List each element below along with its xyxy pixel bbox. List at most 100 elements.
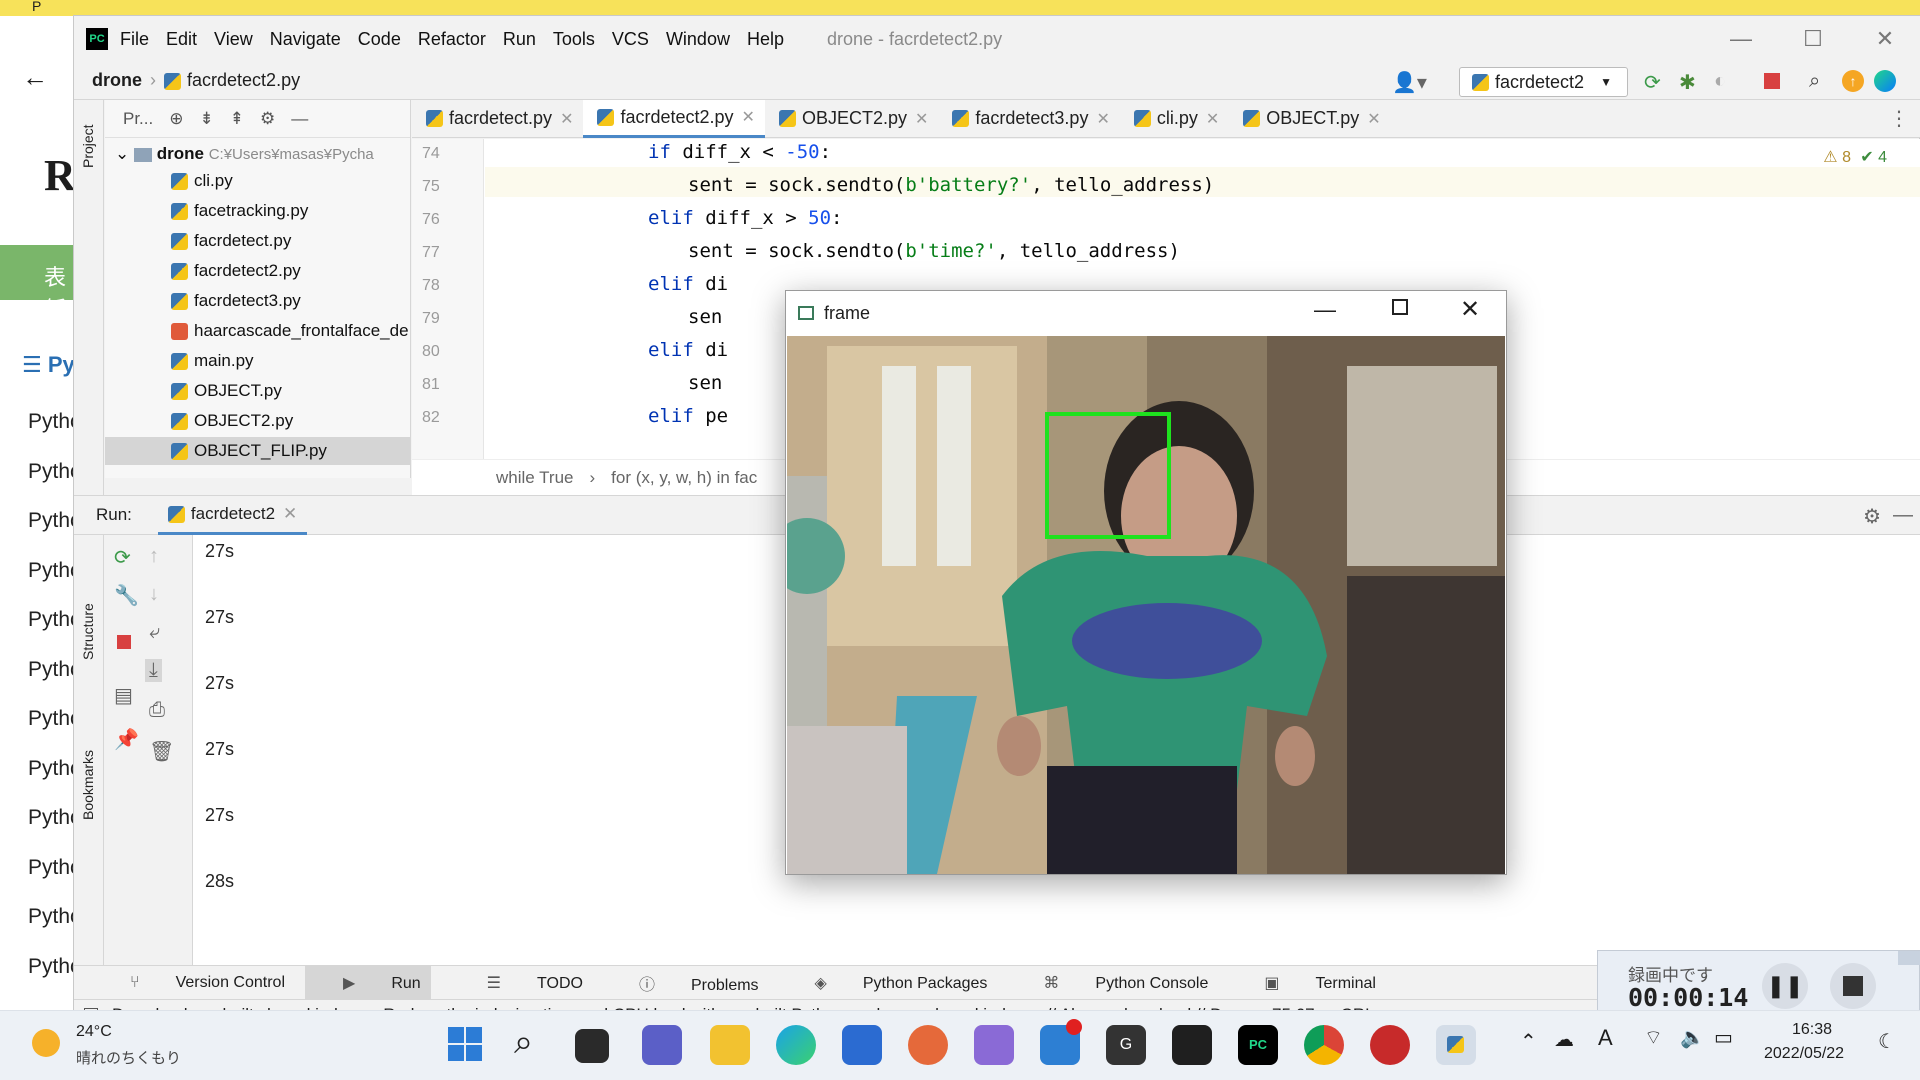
chrome-icon[interactable]: [1304, 1025, 1344, 1065]
toolbox-icon[interactable]: [1874, 70, 1896, 92]
terminal-icon[interactable]: [1172, 1025, 1212, 1065]
stop-recording-button[interactable]: [1830, 963, 1876, 1009]
project-file-item[interactable]: facrdetect3.py: [105, 287, 410, 315]
volume-icon[interactable]: 🔈: [1680, 1025, 1705, 1050]
menu-window[interactable]: Window: [666, 29, 730, 50]
close-tab-icon[interactable]: ✕: [742, 107, 755, 127]
edge-icon[interactable]: [776, 1025, 816, 1065]
wifi-icon[interactable]: ⌔: [1644, 1025, 1663, 1050]
battery-icon[interactable]: ▭: [1714, 1025, 1733, 1050]
chat-icon[interactable]: [642, 1025, 682, 1065]
breadcrumb-project[interactable]: drone: [92, 70, 142, 91]
moon-icon[interactable]: ☾: [1878, 1029, 1896, 1054]
hide-panel-icon[interactable]: —: [291, 109, 308, 129]
expand-all-icon[interactable]: ⇟: [199, 109, 213, 129]
stop-icon[interactable]: [117, 635, 131, 649]
python-app-icon[interactable]: [1436, 1025, 1476, 1065]
update-icon[interactable]: ↑: [1842, 70, 1864, 92]
run-tab[interactable]: facrdetect2 ✕: [157, 496, 308, 535]
project-file-item[interactable]: facrdetect2.py: [105, 257, 410, 285]
stop-icon[interactable]: [1764, 73, 1780, 89]
weather-desc[interactable]: 晴れのちくもり: [76, 1047, 181, 1068]
tool-run[interactable]: ▶ Run: [305, 965, 431, 1000]
tab-cli-py[interactable]: cli.py ✕: [1120, 100, 1229, 138]
project-file-item[interactable]: main.py: [105, 347, 410, 375]
bookmarks-tool-tab[interactable]: Bookmarks: [80, 750, 96, 820]
warnings-indicator[interactable]: ⚠ 8: [1823, 147, 1851, 167]
tab-object2-py[interactable]: OBJECT2.py ✕: [765, 100, 938, 138]
tool-problems[interactable]: ⓘ Problems: [611, 971, 759, 995]
minimize-icon[interactable]: —: [1705, 16, 1777, 62]
print-icon[interactable]: ⎙: [149, 699, 165, 722]
close-tab-icon[interactable]: ✕: [915, 109, 928, 129]
tool-todo[interactable]: ☰ TODO: [459, 973, 583, 993]
code-crumb[interactable]: while True: [496, 468, 573, 488]
start-button-icon[interactable]: [448, 1027, 482, 1061]
project-file-item[interactable]: haarcascade_frontalface_de: [105, 317, 410, 345]
coverage-icon[interactable]: ◐: [1714, 70, 1726, 93]
project-root-node[interactable]: ⌄ drone C:¥Users¥masas¥Pycha: [115, 144, 374, 164]
user-icon[interactable]: 👤▾: [1392, 70, 1427, 95]
soft-wrap-icon[interactable]: ⤶: [149, 621, 160, 644]
tab-facrdetect2-py[interactable]: facrdetect2.py ✕: [583, 99, 765, 138]
hide-panel-icon[interactable]: —: [1893, 504, 1913, 527]
project-file-item[interactable]: OBJECT.py: [105, 377, 410, 405]
tab-object-py[interactable]: OBJECT.py ✕: [1229, 100, 1390, 138]
wrench-icon[interactable]: 🔧: [114, 583, 139, 608]
breadcrumb-file[interactable]: facrdetect2.py: [164, 70, 300, 91]
checks-indicator[interactable]: ✔ 4: [1860, 147, 1887, 167]
close-tab-icon[interactable]: ✕: [560, 109, 573, 129]
project-tool-tab[interactable]: Project: [80, 124, 96, 168]
more-tabs-icon[interactable]: ⋮: [1889, 106, 1909, 131]
pin-icon[interactable]: 📌: [114, 727, 139, 752]
menu-edit[interactable]: Edit: [166, 29, 197, 50]
collapse-all-icon[interactable]: ⇞: [230, 109, 244, 129]
cloud-icon[interactable]: ☁: [1554, 1027, 1574, 1052]
layout-icon[interactable]: ▤: [114, 683, 133, 708]
store-icon[interactable]: [842, 1025, 882, 1065]
menu-file[interactable]: File: [120, 29, 149, 50]
back-arrow-icon[interactable]: ←: [22, 62, 48, 93]
menu-navigate[interactable]: Navigate: [270, 29, 341, 50]
search-icon[interactable]: ⌕: [1809, 70, 1820, 93]
task-view-icon[interactable]: [575, 1029, 609, 1063]
menu-run[interactable]: Run: [503, 29, 536, 50]
pause-button[interactable]: ❚❚: [1762, 963, 1808, 1009]
project-view-select[interactable]: Pr...: [123, 109, 153, 129]
structure-tool-tab[interactable]: Structure: [80, 603, 96, 660]
close-tab-icon[interactable]: ✕: [283, 504, 297, 523]
chevron-up-icon[interactable]: ⌃: [1520, 1029, 1537, 1054]
ime-indicator[interactable]: A: [1598, 1025, 1613, 1051]
search-icon[interactable]: ⌕: [514, 1023, 533, 1062]
minimize-recorder-icon[interactable]: [1898, 951, 1920, 965]
mail-icon[interactable]: [974, 1025, 1014, 1065]
project-file-item[interactable]: OBJECT_FLIP.py: [105, 437, 410, 465]
settings-gear-icon[interactable]: ⚙: [1863, 504, 1881, 529]
menu-help[interactable]: Help: [747, 29, 784, 50]
project-file-item[interactable]: OBJECT2.py: [105, 407, 410, 435]
pycharm-icon[interactable]: PC: [1238, 1025, 1278, 1065]
up-arrow-icon[interactable]: ↑: [149, 545, 159, 568]
menu-view[interactable]: View: [214, 29, 253, 50]
rerun-icon[interactable]: ⟳: [1644, 70, 1661, 95]
recorder-app-icon[interactable]: [1370, 1025, 1410, 1065]
scroll-to-end-icon[interactable]: ⤓: [145, 659, 162, 682]
settings-gear-icon[interactable]: ⚙: [260, 109, 275, 129]
menu-vcs[interactable]: VCS: [612, 29, 649, 50]
close-icon[interactable]: ✕: [1849, 16, 1920, 62]
clock-date[interactable]: 2022/05/22: [1764, 1045, 1844, 1063]
app-icon-orange[interactable]: [908, 1025, 948, 1065]
weather-temp[interactable]: 24°C: [76, 1023, 112, 1041]
project-file-item[interactable]: facrdetect.py: [105, 227, 410, 255]
menu-code[interactable]: Code: [358, 29, 401, 50]
maximize-icon[interactable]: ☐: [1777, 16, 1849, 62]
minimize-icon[interactable]: —: [1314, 297, 1336, 323]
close-tab-icon[interactable]: ✕: [1096, 109, 1109, 129]
g-app-icon[interactable]: G: [1106, 1025, 1146, 1065]
tool-python-packages[interactable]: ◈ Python Packages: [787, 973, 988, 993]
tool-python-console[interactable]: ⌘ Python Console: [1015, 973, 1208, 993]
close-tab-icon[interactable]: ✕: [1206, 109, 1219, 129]
green-nav-bar[interactable]: 表紙: [0, 245, 75, 322]
tab-facrdetect-py[interactable]: facrdetect.py ✕: [412, 100, 583, 138]
tab-facrdetect3-py[interactable]: facrdetect3.py ✕: [938, 100, 1119, 138]
